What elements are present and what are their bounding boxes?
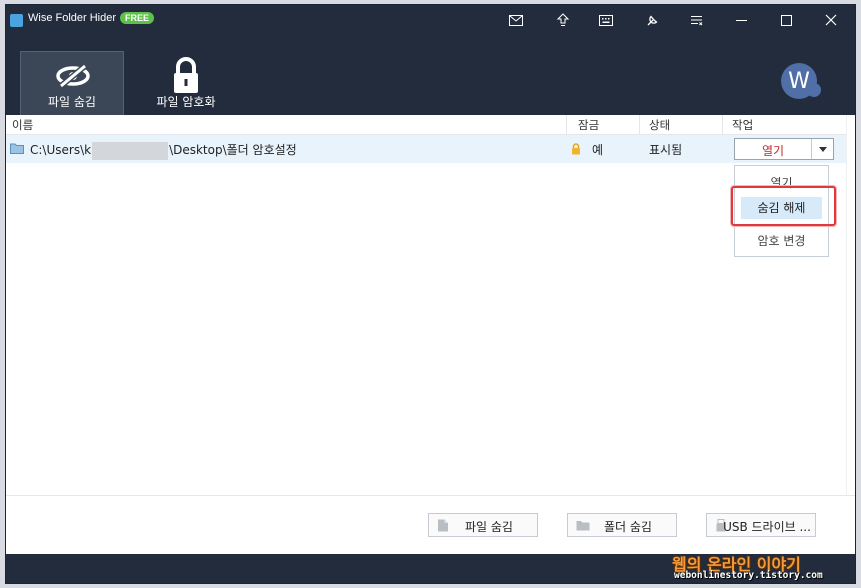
hide-file-button[interactable]: 파일 숨김 bbox=[428, 513, 538, 537]
minimize-icon[interactable] bbox=[726, 9, 756, 31]
menu-icon[interactable] bbox=[684, 10, 708, 30]
tools-icon[interactable] bbox=[640, 10, 664, 30]
hide-folder-label: 폴더 숨김 bbox=[604, 520, 652, 534]
scrollbar[interactable] bbox=[846, 115, 855, 495]
free-badge: FREE bbox=[120, 12, 155, 24]
tab-encrypt-file[interactable]: 파일 암호화 bbox=[134, 51, 238, 115]
app-window: Wise Folder Hider FREE 파일 숨김 파일 암호화 W 이름… bbox=[5, 4, 856, 584]
folder-path: C:\Users\k \Desktop\폴더 암호설정 bbox=[30, 141, 297, 160]
column-divider bbox=[639, 115, 640, 134]
hide-folder-button[interactable]: 폴더 숨김 bbox=[567, 513, 677, 537]
tab-hide-file[interactable]: 파일 숨김 bbox=[20, 51, 124, 115]
tab-encrypt-file-label: 파일 암호화 bbox=[156, 95, 216, 109]
column-divider bbox=[566, 115, 567, 134]
lock-icon bbox=[168, 57, 204, 93]
column-name[interactable]: 이름 bbox=[12, 117, 33, 133]
list-header: 이름 잠금 상태 작업 bbox=[6, 115, 846, 135]
folder-path-prefix: C:\Users\k bbox=[30, 143, 92, 157]
usb-drive-label: USB 드라이브 ... bbox=[723, 520, 811, 534]
redacted-username bbox=[92, 141, 169, 160]
usb-drive-button[interactable]: USB 드라이브 ... bbox=[706, 513, 816, 537]
visibility-status: 표시됨 bbox=[649, 143, 683, 157]
column-state[interactable]: 상태 bbox=[649, 117, 670, 133]
eye-slash-icon bbox=[55, 58, 91, 94]
open-button[interactable]: 열기 bbox=[735, 142, 811, 159]
hide-file-label: 파일 숨김 bbox=[465, 520, 513, 534]
column-divider bbox=[722, 115, 723, 134]
maximize-icon[interactable] bbox=[771, 9, 801, 31]
column-action[interactable]: 작업 bbox=[732, 117, 753, 133]
open-split-button: 열기 bbox=[734, 138, 834, 160]
close-icon[interactable] bbox=[816, 9, 846, 31]
lock-status: 예 bbox=[592, 143, 604, 157]
mail-icon[interactable] bbox=[504, 10, 528, 30]
tab-hide-file-label: 파일 숨김 bbox=[48, 95, 96, 109]
column-lock[interactable]: 잠금 bbox=[578, 117, 599, 133]
app-logo-icon bbox=[10, 14, 23, 27]
watermark-url: webonlinestory.tistory.com bbox=[674, 570, 823, 581]
table-row[interactable]: C:\Users\k \Desktop\폴더 암호설정 예 표시됨 열기 bbox=[6, 135, 846, 163]
title-bar: Wise Folder Hider FREE 파일 숨김 파일 암호화 W bbox=[6, 5, 855, 115]
avatar[interactable]: W bbox=[781, 63, 817, 99]
menu-item-change-password[interactable]: 암호 변경 bbox=[735, 232, 828, 249]
annotation-highlight-box bbox=[731, 186, 836, 226]
folder-icon bbox=[10, 143, 24, 154]
app-title: Wise Folder Hider bbox=[28, 12, 117, 24]
lock-status-icon bbox=[571, 143, 581, 155]
upgrade-icon[interactable] bbox=[551, 10, 575, 30]
chevron-down-icon[interactable] bbox=[812, 139, 833, 159]
keyboard-icon[interactable] bbox=[594, 10, 618, 30]
folder-path-suffix: \Desktop\폴더 암호설정 bbox=[169, 143, 297, 157]
footer-divider bbox=[6, 495, 855, 496]
